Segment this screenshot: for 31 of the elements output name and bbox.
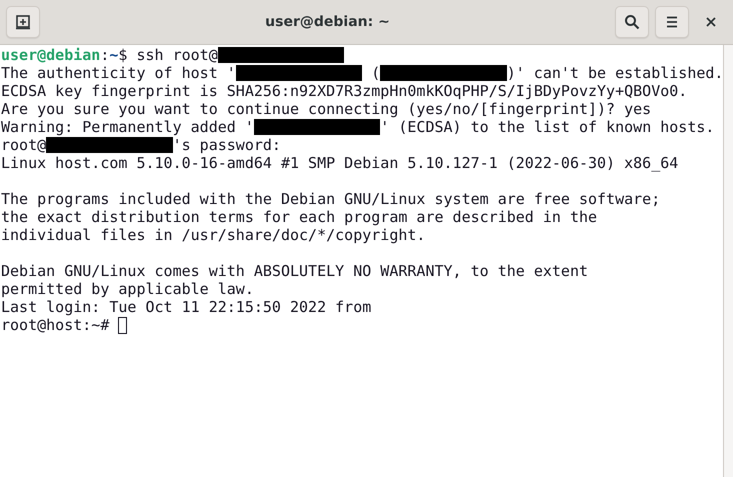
terminal-text: Last login: Tue Oct 11 22:15:50 2022 from xyxy=(1,298,372,316)
prompt-user: user@debian xyxy=(1,46,100,64)
menu-button[interactable] xyxy=(655,6,689,38)
terminal-text: Debian GNU/Linux comes with ABSOLUTELY NO WARRANTY, to the extent xyxy=(1,262,588,280)
search-button[interactable] xyxy=(615,6,649,38)
menu-icon xyxy=(665,16,679,28)
terminal-text: root@ xyxy=(1,136,46,154)
terminal-text: Are you sure you want to continue connecting (yes/no/[fingerprint])? yes xyxy=(1,100,652,118)
terminal-text: ' (ECDSA) to the list of known hosts. xyxy=(380,118,714,136)
new-tab-icon xyxy=(15,14,31,30)
close-icon xyxy=(706,17,716,27)
terminal-text: Linux host.com 5.10.0-16-amd64 #1 SMP Debian 5.10.127-1 (2022-06-30) x86_64 xyxy=(1,154,678,172)
new-tab-button[interactable] xyxy=(6,6,40,38)
cursor xyxy=(118,316,128,334)
terminal-text: 's password: xyxy=(172,136,281,154)
terminal-text: the exact distribution terms for each program are described in the xyxy=(1,208,598,226)
scrollbar[interactable] xyxy=(723,45,733,477)
search-icon xyxy=(624,14,640,30)
terminal-text: individual files in /usr/share/doc/*/copyright. xyxy=(1,226,426,244)
terminal-text: : xyxy=(100,46,110,64)
terminal-text: root@host:~# xyxy=(1,316,110,334)
terminal-text: ECDSA key fingerprint is SHA256:n92XD7R3zmpHn0mkKOqPHP/S/IjBDyPovzYy+QBOVo0. xyxy=(1,82,688,100)
terminal-text: )' can't be established. xyxy=(506,64,724,82)
prompt-path: ~ xyxy=(109,46,118,64)
terminal-text: permitted by applicable law. xyxy=(1,280,254,298)
terminal-text: The authenticity of host ' xyxy=(1,64,236,82)
terminal-text: The programs included with the Debian GNU/Linux system are free software; xyxy=(1,190,660,208)
terminal-text: ( xyxy=(370,64,380,82)
terminal-text: Warning: Permanently added ' xyxy=(1,118,254,136)
window-title: user@debian: ~ xyxy=(264,14,391,30)
terminal-text: $ ssh root@ xyxy=(118,46,218,64)
